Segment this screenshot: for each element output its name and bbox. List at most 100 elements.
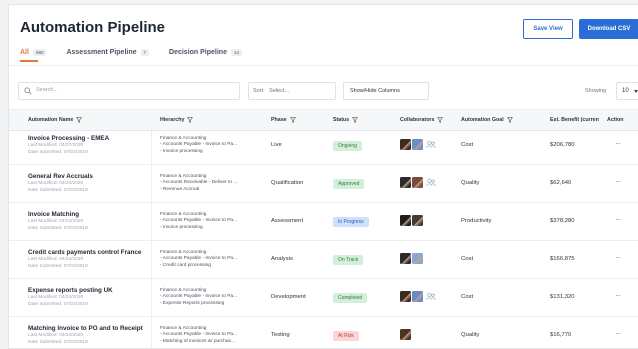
table-row[interactable]: Expense reports posting UK Last Modified:…: [9, 279, 638, 317]
save-view-button[interactable]: Save View: [523, 19, 573, 39]
tab-count-badge: 7: [140, 48, 150, 56]
hierarchy-line: - Credit card processing: [160, 262, 211, 268]
status-badge: On Track: [333, 255, 364, 265]
column-header-name[interactable]: Automation Name: [28, 117, 83, 123]
table-row[interactable]: Invoice Matching Last Modified: 04/24/202…: [9, 203, 638, 241]
automation-name[interactable]: Invoice Matching: [28, 211, 152, 219]
tab-assessment-pipeline[interactable]: Assessment Pipeline 7: [66, 45, 150, 59]
add-collaborator-icon[interactable]: [426, 292, 436, 301]
avatar[interactable]: [412, 215, 423, 226]
date-submitted: Date Submitted: 07/03/2019: [28, 301, 88, 307]
automation-name[interactable]: Matching Invoice to PO and to Receipt: [28, 325, 152, 333]
automation-name[interactable]: Invoice Processing - EMEA: [28, 135, 152, 143]
automation-name[interactable]: Credit cards payments control France: [28, 249, 152, 257]
phase-label: Live: [271, 142, 282, 148]
search-icon: [24, 87, 32, 95]
automation-goal: Quality: [461, 180, 480, 186]
show-hide-columns-button[interactable]: Show/Hide Columns: [343, 82, 429, 100]
filter-icon[interactable]: [76, 117, 83, 123]
phase-label: Development: [271, 294, 306, 300]
active-tab-indicator: [20, 60, 38, 62]
sort-label: Sort:: [253, 88, 265, 94]
column-header-action: Action: [607, 117, 624, 123]
avatar[interactable]: [400, 139, 411, 150]
table-row[interactable]: Invoice Processing - EMEA Last Modified: …: [9, 127, 638, 165]
avatar[interactable]: [400, 253, 411, 264]
date-submitted: Date Submitted: 07/03/2019: [28, 187, 88, 193]
filter-icon[interactable]: [187, 117, 194, 123]
page-title: Automation Pipeline: [20, 19, 166, 36]
collaborators: [400, 329, 412, 340]
filter-icon[interactable]: [352, 117, 359, 123]
tab-label: All: [20, 48, 29, 56]
phase-label: Assessment: [271, 218, 304, 224]
estimated-benefit: $166,875: [550, 256, 575, 262]
download-csv-button[interactable]: Download CSV: [579, 19, 638, 39]
automation-goal: Cost: [461, 142, 474, 148]
automation-name[interactable]: Expense reports posting UK: [28, 287, 152, 295]
more-actions-icon[interactable]: ···: [615, 215, 621, 224]
date-submitted: Date Submitted: 07/03/2019: [28, 263, 88, 269]
search-input[interactable]: Search...: [18, 82, 240, 100]
hierarchy-cell: Finance & Accounting - Accounts Payable -…: [160, 317, 266, 348]
avatar[interactable]: [412, 253, 423, 264]
more-actions-icon[interactable]: ···: [615, 253, 621, 262]
more-actions-icon[interactable]: ···: [615, 329, 621, 338]
column-header-collaborators[interactable]: Collaborators: [400, 117, 444, 123]
showing-label: Showing: [585, 88, 607, 94]
avatar[interactable]: [400, 177, 411, 188]
automation-name[interactable]: General Rev Accruals: [28, 173, 152, 181]
avatar[interactable]: [400, 291, 411, 302]
column-header-hierarchy[interactable]: Hierarchy: [160, 117, 194, 123]
table-row[interactable]: General Rev Accruals Last Modified: 04/24…: [9, 165, 638, 203]
phase-label: Testing: [271, 332, 290, 338]
pipeline-card: Automation Pipeline Save View Download C…: [8, 4, 638, 349]
table-row[interactable]: Credit cards payments control France Last…: [9, 241, 638, 279]
status-badge: Approved: [333, 179, 365, 189]
more-actions-icon[interactable]: ···: [615, 291, 621, 300]
tab-label: Decision Pipeline: [169, 48, 227, 56]
name-cell: Expense reports posting UK Last Modified:…: [19, 279, 152, 316]
filter-icon[interactable]: [437, 117, 444, 123]
per-page-value: 10: [622, 88, 629, 94]
hierarchy-line: - Invoice processing: [160, 148, 203, 154]
hierarchy-cell: Finance & Accounting - Accounts Payable -…: [160, 203, 266, 240]
search-placeholder: Search...: [36, 87, 59, 93]
tab-decision-pipeline[interactable]: Decision Pipeline 14: [169, 45, 242, 59]
status-badge: In Progress: [333, 217, 369, 227]
filter-icon[interactable]: [506, 117, 513, 123]
estimated-benefit: $131,320: [550, 294, 575, 300]
avatar[interactable]: [412, 291, 423, 302]
name-cell: General Rev Accruals Last Modified: 04/24…: [19, 165, 152, 202]
tab-count-badge: 980: [32, 48, 47, 56]
column-header-benefit[interactable]: Est. Benefit (curren: [550, 117, 599, 123]
add-collaborator-icon[interactable]: [426, 178, 436, 187]
table-row[interactable]: Matching Invoice to PO and to Receipt Las…: [9, 317, 638, 348]
hierarchy-line: - Accounts Receivable - Deliver to ...: [160, 180, 238, 186]
hierarchy-line: - Invoice processing: [160, 224, 203, 230]
status-badge: At Risk: [333, 331, 359, 341]
column-header-goal[interactable]: Automation Goal: [461, 117, 513, 123]
per-page-select[interactable]: 10: [616, 82, 638, 100]
name-cell: Matching Invoice to PO and to Receipt Las…: [19, 317, 152, 348]
hierarchy-line: - Accounts Payable - Invoice to Pa...: [160, 256, 238, 262]
collaborators: [400, 253, 424, 264]
tab-all[interactable]: All 980: [20, 45, 47, 59]
more-actions-icon[interactable]: ···: [615, 177, 621, 186]
sort-select[interactable]: Sort: Select...: [248, 82, 336, 100]
avatar[interactable]: [412, 177, 423, 188]
more-actions-icon[interactable]: ···: [615, 139, 621, 148]
phase-label: Analysis: [271, 256, 293, 262]
column-header-phase[interactable]: Phase: [271, 117, 296, 123]
avatar[interactable]: [400, 215, 411, 226]
hierarchy-line: - Accounts Payable - Invoice to Pa...: [160, 294, 238, 300]
tab-count-badge: 14: [230, 48, 242, 56]
automation-goal: Productivity: [461, 218, 492, 224]
add-collaborator-icon[interactable]: [426, 140, 436, 149]
column-header-status[interactable]: Status: [333, 117, 359, 123]
avatar[interactable]: [412, 139, 423, 150]
avatar[interactable]: [400, 329, 411, 340]
date-submitted: Date Submitted: 07/03/2019: [28, 149, 88, 155]
sort-value: Select...: [269, 88, 290, 94]
filter-icon[interactable]: [289, 117, 296, 123]
